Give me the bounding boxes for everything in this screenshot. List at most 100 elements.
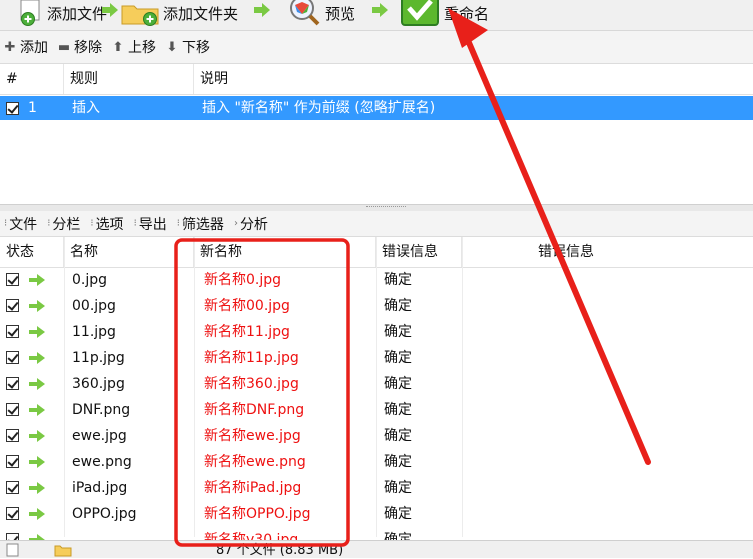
file-status: 确定 <box>384 350 412 366</box>
green-right-arrow-icon <box>29 482 45 494</box>
file-name: ewe.jpg <box>72 428 127 444</box>
filter-menu-label: 筛选器 <box>181 216 224 233</box>
rules-col-rule[interactable]: 规则 <box>64 64 194 94</box>
file-icon: ⁝ <box>4 218 8 229</box>
green-right-arrow-icon <box>29 352 45 364</box>
file-new-name: 新名称11.jpg <box>204 324 290 340</box>
preview-icon <box>290 0 320 26</box>
file-row[interactable]: DNF.png 新名称DNF.png 确定 <box>0 397 753 423</box>
file-row[interactable]: ewe.jpg 新名称ewe.jpg 确定 <box>0 423 753 449</box>
rule-checkbox[interactable] <box>6 102 19 115</box>
file-new-name: 新名称ewe.jpg <box>204 428 301 444</box>
analyze-menu-button[interactable]: › 分析 <box>234 214 268 234</box>
filter-icon: ⁝ <box>176 218 180 229</box>
file-name: DNF.png <box>72 402 131 418</box>
preview-button[interactable]: 预览 <box>282 0 355 26</box>
rules-col-index[interactable]: # <box>0 64 64 94</box>
options-menu-button[interactable]: ⁝ 选项 <box>90 214 123 234</box>
move-down-label: 下移 <box>182 40 210 56</box>
add-rule-label: 添加 <box>20 40 48 56</box>
file-menu-label: 文件 <box>9 216 38 233</box>
file-row[interactable]: iPad.jpg 新名称iPad.jpg 确定 <box>0 475 753 501</box>
file-checkbox[interactable] <box>6 377 19 390</box>
file-row[interactable]: 11.jpg 新名称11.jpg 确定 <box>0 319 753 345</box>
rename-label: 重命名 <box>444 4 490 23</box>
file-status: 确定 <box>384 454 412 470</box>
export-menu-button[interactable]: ⁝ 导出 <box>134 214 167 234</box>
file-checkbox[interactable] <box>6 403 19 416</box>
add-files-icon <box>20 0 40 26</box>
file-new-name: 新名称DNF.png <box>204 402 305 418</box>
status-bar: 87 个文件 (8.83 MB) <box>0 540 753 558</box>
preview-label: 预览 <box>325 4 356 23</box>
add-folder-icon <box>121 5 159 26</box>
files-col-status[interactable]: 状态 <box>0 237 64 267</box>
files-col-name[interactable]: 名称 <box>64 237 194 267</box>
file-checkbox[interactable] <box>6 507 19 520</box>
rename-button[interactable]: 重命名 <box>400 0 489 26</box>
file-checkbox[interactable] <box>6 455 19 468</box>
main-toolbar: 添加文件 添加文件夹 预览 重命名 <box>0 0 753 31</box>
rules-list: 1 插入 插入 "新名称" 作为前缀 (忽略扩展名) <box>0 95 753 205</box>
file-status: 确定 <box>384 428 412 444</box>
file-menu-button[interactable]: ⁝ 文件 <box>4 214 37 234</box>
remove-rule-label: 移除 <box>74 40 102 56</box>
file-checkbox[interactable] <box>6 481 19 494</box>
files-col-new-name[interactable]: 新名称 <box>194 237 376 267</box>
rules-col-desc[interactable]: 说明 <box>194 64 753 94</box>
file-row[interactable]: 11p.jpg 新名称11p.jpg 确定 <box>0 345 753 371</box>
file-status: 确定 <box>384 376 412 392</box>
file-name: 11.jpg <box>72 324 116 340</box>
add-files-button[interactable]: 添加文件 <box>18 0 107 26</box>
move-down-button[interactable]: ⬇ 下移 <box>165 37 210 57</box>
green-right-arrow-icon <box>29 430 45 442</box>
file-new-name: 新名称360.jpg <box>204 376 299 392</box>
file-status: 确定 <box>384 480 412 496</box>
move-up-label: 上移 <box>128 40 156 56</box>
file-row[interactable]: 00.jpg 新名称00.jpg 确定 <box>0 293 753 319</box>
add-files-label: 添加文件 <box>47 4 108 23</box>
file-list-icon <box>6 543 19 557</box>
file-row[interactable]: ewe.png 新名称ewe.png 确定 <box>0 449 753 475</box>
file-new-name: 新名称00.jpg <box>204 298 290 314</box>
move-up-button[interactable]: ⬆ 上移 <box>111 37 156 57</box>
file-checkbox[interactable] <box>6 325 19 338</box>
file-new-name: 新名称ewe.png <box>204 454 306 470</box>
file-checkbox[interactable] <box>6 273 19 286</box>
add-folder-button[interactable]: 添加文件夹 <box>120 0 238 26</box>
file-status: 确定 <box>384 506 412 522</box>
rule-row[interactable]: 1 插入 插入 "新名称" 作为前缀 (忽略扩展名) <box>0 96 753 120</box>
remove-rule-button[interactable]: ▬ 移除 <box>57 37 102 57</box>
file-status: 确定 <box>384 298 412 314</box>
file-new-name: 新名称11p.jpg <box>204 350 299 366</box>
file-status: 确定 <box>384 272 412 288</box>
add-rule-button[interactable]: ✚ 添加 <box>3 37 48 57</box>
file-row[interactable]: 360.jpg 新名称360.jpg 确定 <box>0 371 753 397</box>
options-icon: ⁝ <box>90 218 94 229</box>
green-right-arrow-icon <box>29 404 45 416</box>
file-checkbox[interactable] <box>6 351 19 364</box>
green-right-arrow-icon <box>29 456 45 468</box>
rule-name: 插入 <box>72 100 100 116</box>
file-row[interactable]: OPPO.jpg 新名称OPPO.jpg 确定 <box>0 501 753 527</box>
rules-action-bar: ✚ 添加 ▬ 移除 ⬆ 上移 ⬇ 下移 <box>0 31 753 64</box>
export-menu-label: 导出 <box>138 216 167 233</box>
file-name: OPPO.jpg <box>72 506 137 522</box>
files-col-error-2[interactable]: 错误信息 <box>532 237 753 267</box>
file-status: 确定 <box>384 402 412 418</box>
analyze-menu-label: 分析 <box>239 216 268 233</box>
file-checkbox[interactable] <box>6 429 19 442</box>
green-right-arrow-icon <box>29 378 45 390</box>
green-right-arrow-icon <box>29 508 45 520</box>
minus-icon: ▬ <box>57 39 71 55</box>
analyze-icon: › <box>233 218 238 229</box>
rename-check-icon <box>401 0 439 26</box>
files-col-error[interactable]: 错误信息 <box>376 237 462 267</box>
green-right-arrow-icon <box>29 326 45 338</box>
file-row[interactable]: 0.jpg 新名称0.jpg 确定 <box>0 267 753 293</box>
filter-menu-button[interactable]: ⁝ 筛选器 <box>177 214 224 234</box>
file-checkbox[interactable] <box>6 299 19 312</box>
file-name: 0.jpg <box>72 272 108 288</box>
file-new-name: 新名称iPad.jpg <box>204 480 302 496</box>
columns-menu-button[interactable]: ⁝ 分栏 <box>47 214 80 234</box>
